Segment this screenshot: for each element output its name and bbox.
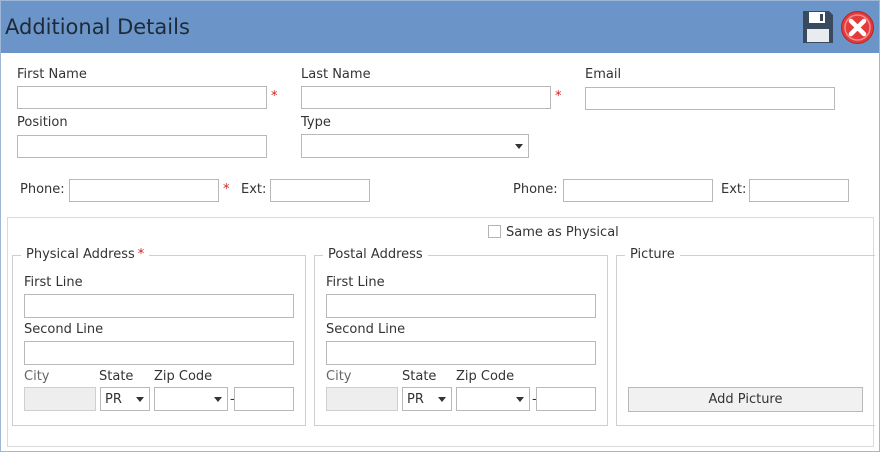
chevron-down-icon (515, 144, 523, 149)
postal-first-line-label: First Line (326, 275, 385, 290)
ext-2-label: Ext: (721, 182, 747, 197)
phone-2-input[interactable] (563, 179, 713, 202)
window-title: Additional Details (5, 15, 190, 39)
physical-second-line-input[interactable] (24, 341, 294, 365)
picture-group: Picture Add Picture (616, 247, 875, 426)
add-picture-button[interactable]: Add Picture (628, 387, 863, 412)
postal-address-title: Postal Address (323, 247, 428, 262)
title-bar: Additional Details (1, 1, 879, 53)
type-label: Type (301, 115, 331, 130)
last-name-input[interactable] (301, 86, 551, 109)
first-name-label: First Name (17, 67, 87, 82)
postal-city-input (326, 387, 398, 411)
first-name-input[interactable] (17, 86, 267, 109)
physical-zip-label: Zip Code (154, 369, 213, 384)
physical-state-dropdown[interactable]: PR (100, 387, 150, 411)
phone-input[interactable] (69, 179, 219, 202)
ext-2-input[interactable] (749, 179, 849, 202)
first-name-required-marker: * (271, 89, 278, 104)
type-dropdown[interactable] (301, 134, 529, 158)
postal-first-line-input[interactable] (326, 294, 596, 318)
phone-required-marker: * (223, 182, 230, 197)
position-input[interactable] (17, 135, 267, 158)
chevron-down-icon (516, 397, 524, 402)
physical-city-input (24, 387, 96, 411)
phone-label: Phone: (20, 182, 65, 197)
physical-address-title: Physical Address * (21, 247, 150, 262)
postal-state-dropdown[interactable]: PR (402, 387, 452, 411)
physical-state-label: State (99, 369, 134, 384)
same-as-physical-label: Same as Physical (506, 225, 619, 240)
close-icon (841, 11, 874, 44)
physical-zip-extension-input[interactable] (234, 387, 294, 411)
save-button[interactable] (801, 9, 835, 45)
postal-zip-extension-input[interactable] (536, 387, 596, 411)
physical-city-label: City (24, 369, 50, 384)
physical-address-required-marker: * (137, 247, 145, 262)
postal-city-label: City (326, 369, 352, 384)
chevron-down-icon (136, 397, 144, 402)
physical-first-line-label: First Line (24, 275, 83, 290)
postal-second-line-input[interactable] (326, 341, 596, 365)
position-label: Position (17, 115, 68, 130)
physical-first-line-input[interactable] (24, 294, 294, 318)
physical-address-group: Physical Address * First Line Second Line… (12, 247, 306, 426)
last-name-label: Last Name (301, 67, 371, 82)
physical-address-title-text: Physical Address (26, 247, 135, 262)
physical-state-value: PR (105, 392, 122, 407)
physical-second-line-label: Second Line (24, 322, 104, 337)
ext-input[interactable] (270, 179, 370, 202)
picture-title: Picture (625, 247, 680, 262)
postal-state-label: State (402, 369, 437, 384)
phone-2-label: Phone: (513, 182, 558, 197)
chevron-down-icon (214, 397, 222, 402)
postal-zip-dropdown[interactable] (456, 387, 530, 411)
close-button[interactable] (840, 10, 875, 45)
email-label: Email (585, 67, 622, 82)
same-as-physical-checkbox[interactable] (488, 225, 501, 238)
email-input[interactable] (585, 87, 835, 110)
ext-label: Ext: (241, 182, 267, 197)
postal-second-line-label: Second Line (326, 322, 406, 337)
additional-details-window: Additional Details First Name * Last Nam… (0, 0, 880, 452)
chevron-down-icon (438, 397, 446, 402)
physical-zip-dropdown[interactable] (154, 387, 228, 411)
last-name-required-marker: * (555, 89, 562, 104)
address-panel: Same as Physical Physical Address * First… (7, 217, 875, 447)
postal-zip-label: Zip Code (456, 369, 515, 384)
floppy-disk-icon (803, 11, 833, 43)
postal-state-value: PR (407, 392, 424, 407)
postal-address-group: Postal Address First Line Second Line Ci… (314, 247, 608, 426)
